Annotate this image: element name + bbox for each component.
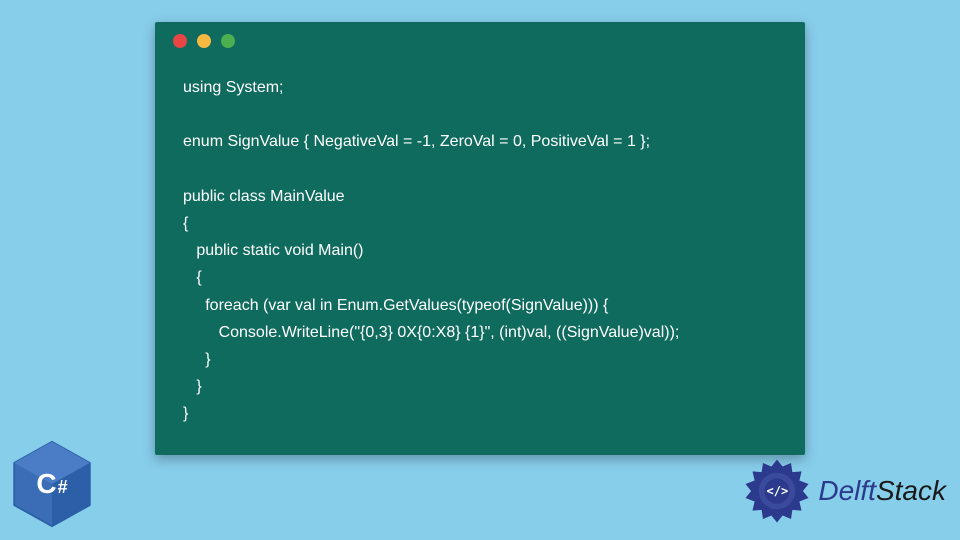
csharp-logo: C# (8, 440, 96, 528)
delftstack-text: DelftStack (818, 475, 946, 507)
code-line: using System; (183, 79, 283, 96)
code-window: using System; enum SignValue { NegativeV… (155, 22, 805, 455)
code-line: } (183, 351, 211, 368)
delftstack-logo: </> DelftStack (742, 456, 946, 526)
maximize-icon (221, 34, 235, 48)
stack-text: Stack (876, 475, 946, 506)
code-line: { (183, 215, 188, 232)
csharp-letter: C (36, 468, 56, 500)
code-brackets-icon: </> (767, 484, 789, 498)
delft-text: Delft (818, 475, 876, 506)
code-line: foreach (var val in Enum.GetValues(typeo… (183, 297, 608, 314)
sharp-symbol: # (58, 477, 68, 498)
code-line: public class MainValue (183, 188, 345, 205)
window-header (155, 22, 805, 60)
code-line: } (183, 378, 202, 395)
hexagon-icon: C# (8, 440, 96, 528)
code-line: public static void Main() (183, 242, 364, 259)
close-icon (173, 34, 187, 48)
csharp-label: C# (36, 468, 67, 500)
code-block: using System; enum SignValue { NegativeV… (155, 60, 805, 455)
code-line: Console.WriteLine("{0,3} 0X{0:X8} {1}", … (183, 324, 679, 341)
gear-icon: </> (742, 456, 812, 526)
minimize-icon (197, 34, 211, 48)
code-line: { (183, 269, 202, 286)
code-line: } (183, 405, 188, 422)
code-line: enum SignValue { NegativeVal = -1, ZeroV… (183, 133, 650, 150)
